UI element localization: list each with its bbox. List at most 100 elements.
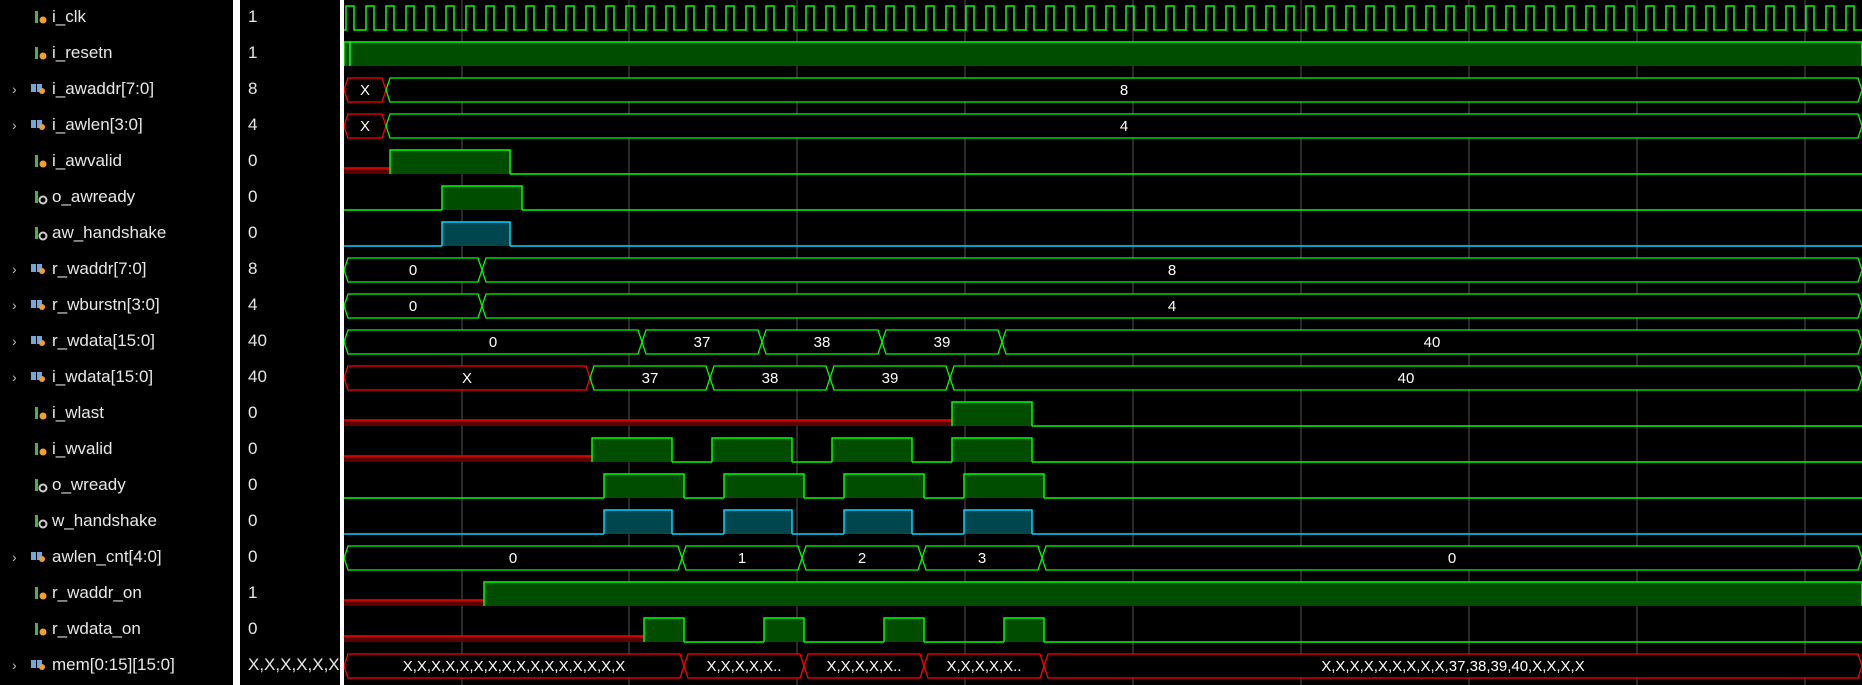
bus-value-label: X,X,X,X,X..	[946, 658, 1021, 675]
signal-value: 8	[248, 79, 258, 98]
signal-row-3[interactable]: › i_awlen[3:0]	[0, 108, 233, 144]
signal-row-4[interactable]: i_awvalid	[0, 144, 233, 180]
signal-value-row-7: 8	[240, 252, 340, 288]
expand-chevron-icon[interactable]: ›	[12, 297, 22, 313]
high-segment	[884, 618, 924, 642]
signal-row-9[interactable]: › r_wdata[15:0]	[0, 324, 233, 360]
signal-value-row-3: 4	[240, 108, 340, 144]
signal-value-row-15: 0	[240, 540, 340, 576]
expand-chevron-icon[interactable]: ›	[12, 549, 22, 565]
signal-value: 1	[248, 43, 258, 62]
bus-value-label: 4	[1168, 298, 1176, 315]
signal-name: r_waddr[7:0]	[52, 259, 147, 278]
signal-name: mem[0:15][15:0]	[52, 655, 175, 674]
signal-row-0[interactable]: i_clk	[0, 0, 233, 36]
bus-value-label: X	[462, 370, 472, 387]
signal-name: aw_handshake	[52, 223, 167, 242]
signal-row-18[interactable]: › mem[0:15][15:0]	[0, 648, 233, 684]
bus-value-label: 39	[882, 370, 899, 387]
signal-value: X,X,X,X,X,X,X,X	[248, 655, 342, 674]
undefined-segment	[344, 636, 644, 642]
signal-value: 4	[248, 115, 258, 134]
expand-chevron-icon[interactable]: ›	[12, 657, 22, 673]
signal-row-6[interactable]: aw_handshake	[0, 216, 233, 252]
signal-name: r_wdata[15:0]	[52, 331, 156, 350]
signal-value: 40	[248, 331, 267, 350]
signal-value-row-10: 40	[240, 360, 340, 396]
bus-value-label: 2	[858, 550, 866, 567]
signal-name: i_awaddr[7:0]	[52, 79, 155, 98]
bus-signal-icon	[30, 334, 45, 349]
bus-signal-icon	[30, 550, 45, 565]
signal-row-10[interactable]: › i_wdata[15:0]	[0, 360, 233, 396]
expand-chevron-icon[interactable]: ›	[12, 117, 22, 133]
bus-value-label: 0	[409, 298, 417, 315]
high-segment	[344, 42, 350, 66]
high-segment	[712, 438, 792, 462]
high-segment	[350, 42, 1862, 66]
bus-signal-icon	[30, 118, 45, 133]
expand-chevron-icon[interactable]: ›	[12, 333, 22, 349]
bus-value-label: X,X,X,X,X,X,X,X,X,37,38,39,40,X,X,X,X	[1321, 658, 1584, 675]
signal-name: i_wvalid	[52, 439, 113, 458]
high-segment	[964, 510, 1032, 534]
signal-value-row-2: 8	[240, 72, 340, 108]
high-segment	[844, 510, 912, 534]
signal-value-row-12: 0	[240, 432, 340, 468]
bus-value-label: 38	[814, 334, 831, 351]
high-segment	[484, 582, 1862, 606]
bus-signal-icon	[30, 370, 45, 385]
panel-divider[interactable]	[233, 0, 240, 685]
high-segment	[604, 510, 672, 534]
input-signal-icon	[34, 586, 48, 601]
undefined-segment	[344, 168, 390, 174]
bus-value-label: 37	[694, 334, 711, 351]
signal-name: i_clk	[52, 7, 87, 26]
signal-value-row-4: 0	[240, 144, 340, 180]
signal-name-panel: i_clk i_resetn › i_awaddr[7:0] › i_awlen[3:0]…	[0, 0, 233, 685]
signal-row-12[interactable]: i_wvalid	[0, 432, 233, 468]
high-segment	[1004, 618, 1044, 642]
signal-row-5[interactable]: o_awready	[0, 180, 233, 216]
signal-value-row-16: 1	[240, 576, 340, 612]
bus-value-label: 4	[1120, 118, 1128, 135]
bus-signal-icon	[30, 82, 45, 97]
signal-value: 0	[248, 151, 258, 170]
bus-signal-icon	[30, 298, 45, 313]
signal-row-8[interactable]: › r_wburstn[3:0]	[0, 288, 233, 324]
signal-row-7[interactable]: › r_waddr[7:0]	[0, 252, 233, 288]
signal-name: r_waddr_on	[52, 583, 142, 602]
signal-row-15[interactable]: › awlen_cnt[4:0]	[0, 540, 233, 576]
signal-value: 40	[248, 367, 267, 386]
signal-row-16[interactable]: r_waddr_on	[0, 576, 233, 612]
expand-chevron-icon[interactable]: ›	[12, 369, 22, 385]
signal-row-1[interactable]: i_resetn	[0, 36, 233, 72]
signal-value: 4	[248, 295, 258, 314]
bus-value-label: 8	[1120, 82, 1128, 99]
signal-row-14[interactable]: w_handshake	[0, 504, 233, 540]
signal-name: i_resetn	[52, 43, 113, 62]
signal-row-2[interactable]: › i_awaddr[7:0]	[0, 72, 233, 108]
signal-row-11[interactable]: i_wlast	[0, 396, 233, 432]
signal-value-row-17: 0	[240, 612, 340, 648]
signal-value: 1	[248, 583, 258, 602]
high-segment	[952, 402, 1032, 426]
bus-value-label: 37	[642, 370, 659, 387]
waveform-canvas[interactable]: X 8X 40 80 40 37 38 39 40X 37 38 39 400 1 2 3 0X,X,X,X,X…	[344, 0, 1862, 685]
undefined-segment	[344, 600, 484, 606]
bus-value-label: X	[360, 82, 370, 99]
undefined-segment	[344, 420, 952, 426]
input-signal-icon	[34, 622, 48, 637]
bus-value-label: 1	[738, 550, 746, 567]
signal-row-13[interactable]: o_wready	[0, 468, 233, 504]
bus-value-label: 3	[978, 550, 986, 567]
clock-wave	[344, 5, 1862, 31]
signal-value: 0	[248, 403, 258, 422]
expand-chevron-icon[interactable]: ›	[12, 261, 22, 277]
signal-row-17[interactable]: r_wdata_on	[0, 612, 233, 648]
expand-chevron-icon[interactable]: ›	[12, 81, 22, 97]
signal-value-row-8: 4	[240, 288, 340, 324]
signal-value-row-11: 0	[240, 396, 340, 432]
signal-value-row-9: 40	[240, 324, 340, 360]
signal-value-row-0: 1	[240, 0, 340, 36]
